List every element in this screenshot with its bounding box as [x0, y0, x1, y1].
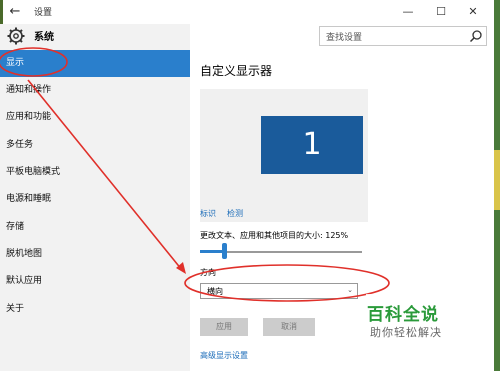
search-icon[interactable] [469, 29, 483, 43]
desktop-edge-left [0, 0, 3, 24]
orientation-label: 方向 [200, 268, 216, 277]
chevron-down-icon: ⌄ [347, 286, 353, 294]
sidebar-item-apps[interactable]: 应用和功能 [0, 104, 190, 131]
orientation-value: 横向 [207, 287, 223, 296]
window-title: 设置 [34, 8, 53, 18]
maximize-button[interactable]: ☐ [426, 2, 456, 22]
close-button[interactable]: ✕ [458, 2, 488, 22]
sidebar-item-power[interactable]: 电源和睡眠 [0, 186, 190, 213]
minimize-button[interactable]: — [393, 2, 423, 22]
sidebar-item-storage[interactable]: 存储 [0, 214, 190, 241]
sidebar-item-display[interactable]: 显示 [0, 50, 190, 77]
detect-link[interactable]: 检测 [227, 208, 243, 219]
orientation-dropdown[interactable]: 横向 ⌄ [200, 283, 358, 299]
monitor-tile[interactable]: 1 [261, 116, 363, 174]
scale-label: 更改文本、应用和其他项目的大小: 125% [200, 231, 349, 240]
search-input[interactable]: 查找设置 [319, 26, 487, 46]
search-placeholder: 查找设置 [326, 33, 363, 43]
sidebar-item-notifications[interactable]: 通知和操作 [0, 77, 190, 104]
watermark-title: 百科全说 [367, 305, 439, 325]
settings-window: ← 设置 — ☐ ✕ 系统 显示 通知和操作 应用和功能 多任务 平板电脑模式 … [0, 0, 500, 371]
scale-slider-fill [200, 250, 225, 253]
watermark-subtitle: 助你轻松解决 [370, 326, 442, 339]
sidebar-item-about[interactable]: 关于 [0, 296, 190, 323]
sidebar-item-tablet-mode[interactable]: 平板电脑模式 [0, 159, 190, 186]
title-bar: ← 设置 — ☐ ✕ [0, 0, 500, 24]
advanced-display-settings-link[interactable]: 高级显示设置 [200, 350, 248, 361]
apply-button[interactable]: 应用 [200, 318, 248, 336]
page-title: 自定义显示器 [200, 64, 273, 78]
identify-link[interactable]: 标识 [200, 208, 216, 219]
sidebar: 系统 显示 通知和操作 应用和功能 多任务 平板电脑模式 电源和睡眠 存储 脱机… [0, 24, 190, 371]
sidebar-item-multitasking[interactable]: 多任务 [0, 132, 190, 159]
back-arrow-icon[interactable]: ← [4, 2, 26, 22]
cancel-button[interactable]: 取消 [263, 318, 315, 336]
sidebar-item-default-apps[interactable]: 默认应用 [0, 268, 190, 295]
sidebar-header: 系统 [0, 24, 190, 48]
sidebar-app-title: 系统 [34, 32, 54, 43]
gear-icon [7, 27, 25, 45]
sidebar-item-offline-maps[interactable]: 脱机地图 [0, 241, 190, 268]
desktop-edge-right-accent [494, 150, 500, 210]
scale-slider-thumb[interactable] [222, 243, 228, 259]
